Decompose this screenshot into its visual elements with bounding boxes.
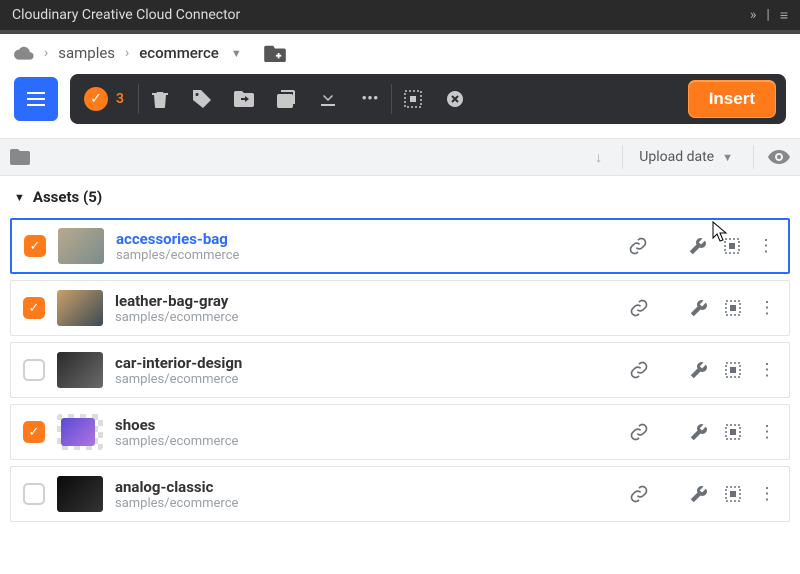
asset-name[interactable]: car-interior-design — [115, 354, 335, 372]
chevron-right-icon: › — [125, 45, 129, 61]
sort-label[interactable]: Upload date — [639, 149, 714, 165]
asset-name[interactable]: accessories-bag — [116, 230, 336, 248]
crop-icon[interactable] — [723, 361, 743, 379]
sort-direction-button[interactable]: ↓ — [595, 149, 602, 166]
sort-bar: ↓ Upload date ▼ — [0, 138, 800, 176]
asset-path: samples/ecommerce — [115, 434, 335, 449]
add-folder-button[interactable] — [264, 44, 286, 62]
move-folder-button[interactable] — [223, 74, 265, 124]
collapse-icon[interactable]: » — [750, 7, 757, 23]
collections-button[interactable] — [265, 74, 307, 124]
link-icon[interactable] — [628, 236, 648, 256]
asset-name[interactable]: shoes — [115, 416, 335, 434]
separator — [622, 145, 623, 169]
wrench-icon[interactable] — [689, 423, 709, 441]
thumbnail[interactable] — [58, 228, 104, 264]
wrench-icon[interactable] — [689, 361, 709, 379]
app-title: Cloudinary Creative Cloud Connector — [12, 7, 240, 23]
checkbox[interactable]: ✓ — [24, 235, 46, 257]
crop-icon[interactable] — [723, 485, 743, 503]
crop-icon[interactable] — [722, 237, 742, 255]
crop-icon[interactable] — [723, 299, 743, 317]
insert-button[interactable]: Insert — [688, 80, 776, 118]
kebab-icon[interactable]: ⋮ — [757, 484, 777, 504]
checkbox[interactable] — [23, 359, 45, 381]
wrench-icon[interactable] — [688, 237, 708, 255]
thumbnail[interactable] — [57, 414, 103, 450]
titlebar: Cloudinary Creative Cloud Connector » | … — [0, 0, 800, 30]
chevron-right-icon: › — [44, 45, 48, 61]
wrench-icon[interactable] — [689, 299, 709, 317]
link-icon[interactable] — [629, 360, 649, 380]
wrench-icon[interactable] — [689, 485, 709, 503]
breadcrumb-item-samples[interactable]: samples — [58, 44, 115, 62]
caret-down-icon[interactable]: ▼ — [231, 47, 242, 60]
asset-list: ✓ accessories-bag samples/ecommerce ⋮ ✓ … — [0, 218, 800, 538]
delete-button[interactable] — [139, 74, 181, 124]
visibility-button[interactable] — [768, 150, 790, 164]
asset-name[interactable]: leather-bag-gray — [115, 292, 335, 310]
section-title: Assets (5) — [33, 188, 102, 206]
divider-icon: | — [766, 7, 769, 23]
asset-path: samples/ecommerce — [115, 310, 335, 325]
link-icon[interactable] — [629, 298, 649, 318]
selection-badge: ✓ 3 — [70, 74, 138, 124]
asset-path: samples/ecommerce — [116, 248, 336, 263]
asset-name[interactable]: analog-classic — [115, 478, 335, 496]
asset-row[interactable]: analog-classic samples/ecommerce ⋮ — [10, 466, 790, 522]
cloud-icon[interactable] — [14, 46, 34, 60]
link-icon[interactable] — [629, 422, 649, 442]
select-pattern-button[interactable] — [392, 74, 434, 124]
section-header[interactable]: ▼ Assets (5) — [0, 176, 800, 218]
asset-row[interactable]: car-interior-design samples/ecommerce ⋮ — [10, 342, 790, 398]
panel-menu-icon[interactable]: ≡ — [780, 7, 788, 24]
kebab-icon[interactable]: ⋮ — [757, 422, 777, 442]
breadcrumb-item-ecommerce[interactable]: ecommerce — [139, 44, 219, 62]
checkbox[interactable]: ✓ — [23, 297, 45, 319]
caret-down-icon: ▼ — [14, 191, 25, 204]
breadcrumb: › samples › ecommerce ▼ — [0, 34, 800, 74]
download-button[interactable] — [307, 74, 349, 124]
caret-down-icon[interactable]: ▼ — [722, 151, 733, 164]
clear-selection-button[interactable] — [434, 74, 476, 124]
folder-icon[interactable] — [10, 149, 30, 165]
thumbnail[interactable] — [57, 476, 103, 512]
asset-row[interactable]: ✓ leather-bag-gray samples/ecommerce ⋮ — [10, 280, 790, 336]
action-toolbar: ✓ 3 ••• Insert — [70, 74, 786, 124]
asset-path: samples/ecommerce — [115, 496, 335, 511]
checkbox[interactable] — [23, 483, 45, 505]
main-toolbar-row: ✓ 3 ••• Insert — [0, 74, 800, 138]
menu-button[interactable] — [14, 77, 58, 121]
more-button[interactable]: ••• — [349, 74, 391, 124]
separator — [753, 145, 754, 169]
selection-check-icon[interactable]: ✓ — [84, 87, 108, 111]
selection-count: 3 — [116, 91, 124, 107]
asset-path: samples/ecommerce — [115, 372, 335, 387]
link-icon[interactable] — [629, 484, 649, 504]
kebab-icon[interactable]: ⋮ — [757, 298, 777, 318]
asset-row[interactable]: ✓ shoes samples/ecommerce ⋮ — [10, 404, 790, 460]
thumbnail[interactable] — [57, 290, 103, 326]
thumbnail[interactable] — [57, 352, 103, 388]
kebab-icon[interactable]: ⋮ — [756, 236, 776, 256]
kebab-icon[interactable]: ⋮ — [757, 360, 777, 380]
tag-button[interactable] — [181, 74, 223, 124]
checkbox[interactable]: ✓ — [23, 421, 45, 443]
crop-icon[interactable] — [723, 423, 743, 441]
asset-row[interactable]: ✓ accessories-bag samples/ecommerce ⋮ — [10, 218, 790, 274]
